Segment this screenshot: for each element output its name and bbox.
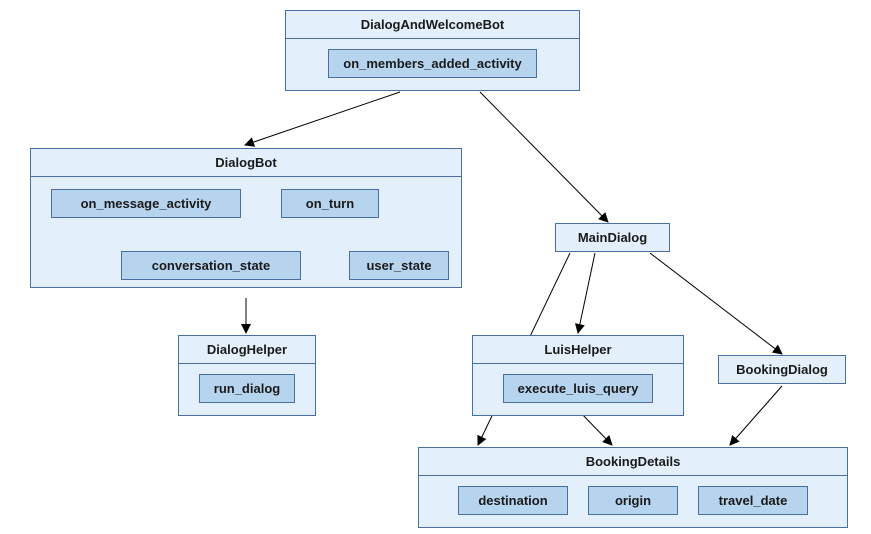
node-dialog-bot: DialogBot on_message_activity on_turn co… bbox=[30, 148, 462, 288]
node-main-dialog: MainDialog bbox=[555, 223, 670, 252]
member-run-dialog: run_dialog bbox=[199, 374, 295, 403]
member-origin: origin bbox=[588, 486, 678, 515]
member-on-members-added-activity: on_members_added_activity bbox=[328, 49, 536, 78]
node-title: BookingDialog bbox=[719, 356, 845, 383]
node-title: LuisHelper bbox=[473, 336, 683, 363]
node-title: DialogHelper bbox=[179, 336, 315, 363]
member-conversation-state: conversation_state bbox=[121, 251, 301, 280]
node-booking-dialog: BookingDialog bbox=[718, 355, 846, 384]
member-execute-luis-query: execute_luis_query bbox=[503, 374, 654, 403]
node-body: on_members_added_activity bbox=[286, 39, 579, 90]
member-on-turn: on_turn bbox=[281, 189, 379, 218]
member-on-message-activity: on_message_activity bbox=[51, 189, 241, 218]
node-title: DialogBot bbox=[31, 149, 461, 176]
node-title: BookingDetails bbox=[419, 448, 847, 475]
node-body: execute_luis_query bbox=[473, 364, 683, 415]
node-booking-details: BookingDetails destination origin travel… bbox=[418, 447, 848, 528]
node-title: MainDialog bbox=[556, 224, 669, 251]
diagram-canvas: DialogAndWelcomeBot on_members_added_act… bbox=[0, 0, 871, 534]
node-body: on_message_activity on_turn conversation… bbox=[31, 177, 461, 287]
node-luis-helper: LuisHelper execute_luis_query bbox=[472, 335, 684, 416]
node-title: DialogAndWelcomeBot bbox=[286, 11, 579, 38]
node-dialog-and-welcome-bot: DialogAndWelcomeBot on_members_added_act… bbox=[285, 10, 580, 91]
node-body: run_dialog bbox=[179, 364, 315, 415]
node-dialog-helper: DialogHelper run_dialog bbox=[178, 335, 316, 416]
member-travel-date: travel_date bbox=[698, 486, 808, 515]
member-destination: destination bbox=[458, 486, 568, 515]
member-user-state: user_state bbox=[349, 251, 449, 280]
node-body: destination origin travel_date bbox=[419, 476, 847, 527]
